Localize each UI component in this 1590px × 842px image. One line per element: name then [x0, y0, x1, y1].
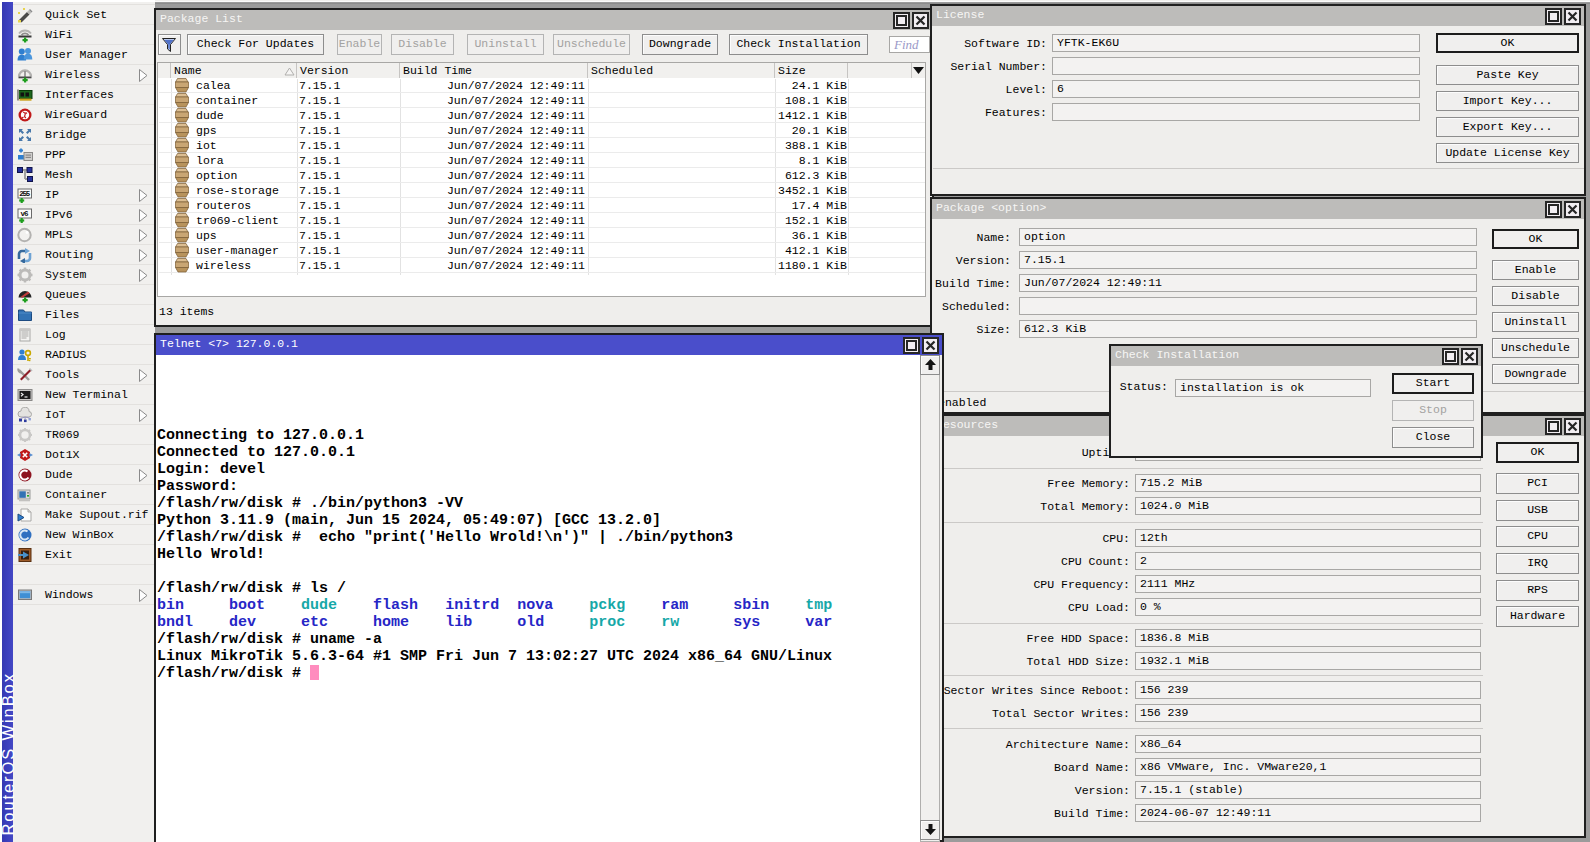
- svg-text:255: 255: [19, 190, 30, 198]
- svg-text:v6: v6: [20, 210, 28, 218]
